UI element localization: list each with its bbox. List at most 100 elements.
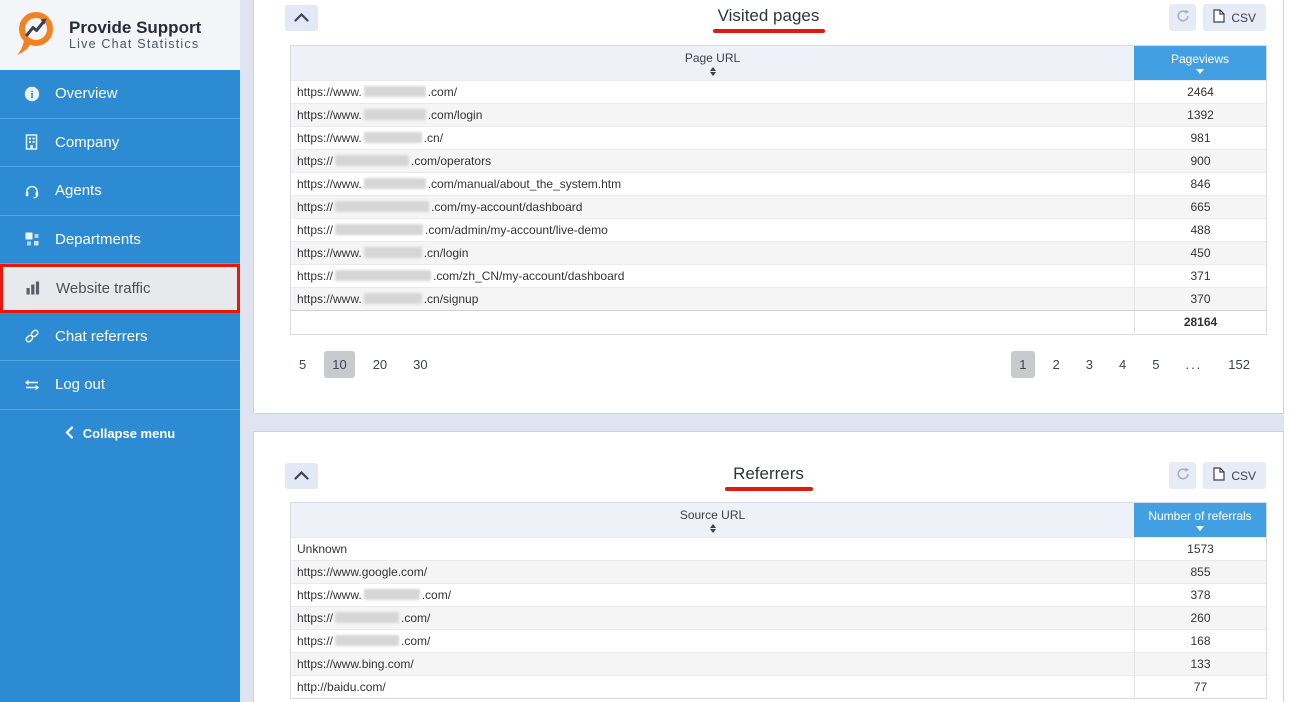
file-icon [1213, 467, 1225, 484]
page-number-button[interactable]: 2 [1045, 351, 1068, 378]
redacted-text [364, 178, 426, 189]
sidebar-item-overview[interactable]: i Overview [0, 70, 240, 119]
collapse-panel-button[interactable] [285, 463, 318, 489]
total-label-cell [291, 311, 1134, 334]
redacted-text [335, 635, 399, 646]
url-cell: https://www.bing.com/ [291, 653, 1134, 675]
redacted-text [364, 109, 426, 120]
refresh-button[interactable] [1169, 4, 1196, 31]
building-icon [23, 134, 40, 151]
sidebar: Provide Support Live Chat Statistics i O… [0, 0, 240, 702]
provide-support-logo-icon [13, 9, 59, 62]
table-row: https://www..cn/login450 [291, 241, 1266, 264]
chevron-left-icon [65, 426, 74, 442]
url-cell: https://.com/zh_CN/my-account/dashboard [291, 265, 1134, 287]
source-url-column-header[interactable]: Source URL [291, 503, 1134, 537]
page-size-option[interactable]: 5 [291, 351, 314, 378]
file-icon [1213, 9, 1225, 26]
pagination-ellipsis: ... [1177, 351, 1210, 378]
csv-export-button[interactable]: CSV [1203, 4, 1266, 31]
csv-export-button[interactable]: CSV [1203, 462, 1266, 489]
page-number-button[interactable]: 1 [1011, 351, 1034, 378]
link-icon [23, 328, 40, 345]
redacted-text [335, 201, 429, 212]
url-cell: https://www..com/ [291, 584, 1134, 606]
redacted-text [364, 86, 426, 97]
url-cell: https://.com/my-account/dashboard [291, 196, 1134, 218]
visited-table-body: https://www..com/2464https://www..com/lo… [291, 80, 1266, 310]
value-cell: 2464 [1134, 81, 1266, 103]
value-cell: 450 [1134, 242, 1266, 264]
url-cell: https://.com/ [291, 607, 1134, 629]
value-cell: 665 [1134, 196, 1266, 218]
table-row: https://www.google.com/855 [291, 560, 1266, 583]
csv-button-label: CSV [1231, 11, 1256, 25]
table-row: https://.com/zh_CN/my-account/dashboard3… [291, 264, 1266, 287]
table-row: https://.com/my-account/dashboard665 [291, 195, 1266, 218]
sidebar-item-label: Agents [55, 182, 102, 199]
table-row: Unknown1573 [291, 537, 1266, 560]
page-number-button[interactable]: 4 [1111, 351, 1134, 378]
redacted-text [364, 247, 422, 258]
value-cell: 488 [1134, 219, 1266, 241]
table-row: https://.com/admin/my-account/live-demo4… [291, 218, 1266, 241]
redacted-text [335, 612, 399, 623]
referrers-table-body: Unknown1573https://www.google.com/855htt… [291, 537, 1266, 698]
url-cell: https://www..cn/ [291, 127, 1134, 149]
sidebar-item-chat-referrers[interactable]: Chat referrers [0, 313, 240, 362]
sidebar-item-website-traffic[interactable]: Website traffic [0, 264, 240, 313]
chevron-up-icon [294, 9, 309, 27]
sidebar-item-agents[interactable]: Agents [0, 167, 240, 216]
page-size-option[interactable]: 10 [324, 351, 354, 378]
collapse-menu-button[interactable]: Collapse menu [0, 410, 240, 458]
referrers-table: Source URL Number of referrals Unknown15… [290, 502, 1267, 699]
sidebar-item-log-out[interactable]: Log out [0, 361, 240, 410]
sidebar-item-company[interactable]: Company [0, 119, 240, 168]
brand-header: Provide Support Live Chat Statistics [0, 0, 240, 70]
refresh-icon [1176, 467, 1190, 484]
value-cell: 133 [1134, 653, 1266, 675]
panel-gap [240, 413, 1284, 431]
refresh-button[interactable] [1169, 462, 1196, 489]
chevron-up-icon [294, 467, 309, 485]
value-cell: 1392 [1134, 104, 1266, 126]
page-selector: 12345... 152 [1006, 351, 1263, 378]
page-number-button[interactable]: 152 [1220, 351, 1258, 378]
visited-pages-panel: Visited pages CSV Page URL [253, 0, 1284, 414]
referrers-panel: Referrers CSV Source URL [253, 431, 1284, 702]
url-cell: https://www..cn/login [291, 242, 1134, 264]
annotation-underline [713, 29, 825, 33]
page-size-option[interactable]: 30 [405, 351, 435, 378]
sidebar-item-label: Departments [55, 231, 141, 248]
pageviews-column-header[interactable]: Pageviews [1134, 46, 1266, 80]
collapse-panel-button[interactable] [285, 5, 318, 31]
visited-pages-table: Page URL Pageviews https://www..com/2464… [290, 45, 1267, 335]
page-size-selector: 5 10 20 30 [286, 351, 441, 378]
value-cell: 900 [1134, 150, 1266, 172]
url-cell: https://www..com/login [291, 104, 1134, 126]
redacted-text [364, 293, 422, 304]
table-row: https://www..com/manual/about_the_system… [291, 172, 1266, 195]
table-row: https://.com/260 [291, 606, 1266, 629]
page-url-column-header[interactable]: Page URL [291, 46, 1134, 80]
referrals-column-header[interactable]: Number of referrals [1134, 503, 1266, 537]
table-row: https://www..cn/signup370 [291, 287, 1266, 310]
brand-name: Provide Support [69, 19, 201, 38]
panel-title: Visited pages [254, 6, 1283, 26]
page-number-button[interactable]: 3 [1078, 351, 1101, 378]
svg-text:i: i [30, 89, 33, 101]
page-number-button[interactable]: 5 [1144, 351, 1167, 378]
value-cell: 371 [1134, 265, 1266, 287]
sidebar-item-departments[interactable]: Departments [0, 216, 240, 265]
page-size-option[interactable]: 20 [365, 351, 395, 378]
sort-desc-icon [1196, 526, 1204, 531]
value-cell: 1573 [1134, 538, 1266, 560]
url-cell: https://www..cn/signup [291, 288, 1134, 310]
url-cell: https://.com/admin/my-account/live-demo [291, 219, 1134, 241]
table-row: https://www..com/378 [291, 583, 1266, 606]
headset-icon [23, 182, 40, 199]
redacted-text [364, 132, 422, 143]
total-row: 28164 [291, 310, 1266, 334]
total-value-cell: 28164 [1134, 311, 1266, 334]
sidebar-item-label: Log out [55, 376, 105, 393]
